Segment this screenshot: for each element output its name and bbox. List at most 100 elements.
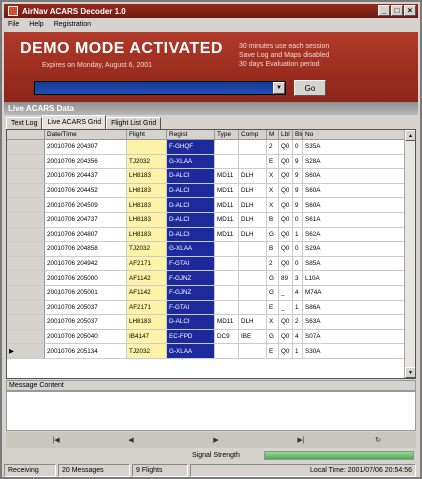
menu-registration[interactable]: Registration [54, 21, 91, 28]
cell-blc: 0 [293, 212, 303, 228]
cell-flight: AF2171 [127, 256, 167, 272]
column-header-flight[interactable]: Flight [127, 130, 167, 140]
last-record-button[interactable]: ▶| [291, 434, 311, 446]
row-selector[interactable] [7, 169, 45, 184]
column-header-m[interactable]: M [267, 130, 279, 140]
tab-flight-list-grid[interactable]: Flight List Grid [106, 117, 162, 129]
window-controls: _ □ × [378, 5, 416, 16]
table-row[interactable]: 20010706 204942 AF2171 F-GTAI 2 Q0 0 S85A [7, 256, 405, 272]
cell-type [215, 140, 239, 155]
table-row[interactable]: ▶ 20010706 205134 TJ2032 G-XLAA E Q0 1 S30A [7, 344, 405, 359]
close-button[interactable]: × [404, 5, 416, 16]
grid-scrollbar[interactable]: ▲ ▼ [404, 130, 415, 378]
row-selector[interactable] [7, 198, 45, 213]
cell-blc: 1 [293, 300, 303, 316]
table-row[interactable]: 20010706 204858 TJ2032 G-XLAA B Q0 0 S29A [7, 242, 405, 257]
cell-datetime: 20010706 204356 [45, 154, 127, 170]
cell-lbl: 89 [279, 271, 293, 286]
go-button[interactable]: Go [294, 80, 326, 96]
table-row[interactable]: 20010706 204737 LH8183 D-ALCI MD11 DLH B Q0 0 S6… [7, 212, 405, 228]
column-header-comp[interactable]: Comp [239, 130, 267, 140]
cell-comp: DLH [239, 227, 267, 243]
row-selector[interactable] [7, 242, 45, 257]
cell-datetime: 20010706 204807 [45, 227, 127, 243]
cell-blc: 0 [293, 256, 303, 272]
tab-strip: Text Log Live ACARS Grid Flight List Gri… [6, 115, 162, 129]
table-row[interactable]: 20010706 204437 LH8183 D-ALCI MD11 DLH X Q0 9 S6… [7, 169, 405, 184]
cell-flight: LH8183 [127, 198, 167, 213]
first-record-button[interactable]: |◀ [46, 434, 66, 446]
row-selector[interactable] [7, 227, 45, 243]
previous-record-button[interactable]: ◀ [121, 434, 141, 446]
column-header-no[interactable]: No [303, 130, 405, 140]
table-row[interactable]: 20010706 205000 AF1142 F-GJNZ G 89 3 L10A [7, 271, 405, 286]
row-selector[interactable] [7, 285, 45, 301]
status-bar: Receiving 20 Messages 9 Flights Local Ti… [4, 464, 418, 477]
table-row[interactable]: 20010706 204807 LH8183 D-ALCI MD11 DLH G Q0 1 S6… [7, 227, 405, 243]
source-select[interactable]: ▼ [34, 81, 286, 95]
cell-regist: G-XLAA [167, 344, 215, 359]
cell-no: S07A [303, 329, 405, 345]
cell-comp: DLH [239, 315, 267, 330]
table-row[interactable]: 20010706 204356 TJ2032 G-XLAA E Q0 9 S28A [7, 154, 405, 170]
table-row[interactable]: 20010706 205037 AF2171 F-GTAI E _ 1 S86A [7, 300, 405, 316]
title-bar[interactable]: AirNav ACARS Decoder 1.0 _ □ × [4, 4, 418, 18]
row-selector[interactable] [7, 183, 45, 199]
menu-file[interactable]: File [8, 21, 19, 28]
tab-text-log[interactable]: Text Log [6, 117, 43, 129]
row-selector[interactable] [7, 315, 45, 330]
row-selector[interactable] [7, 212, 45, 228]
chevron-down-icon[interactable]: ▼ [273, 82, 285, 94]
cell-flight: TJ2032 [127, 344, 167, 359]
cell-regist: F-GTAI [167, 256, 215, 272]
cell-type [215, 344, 239, 359]
cell-regist: D-ALCI [167, 315, 215, 330]
table-row[interactable]: 20010706 205040 IB4147 EC-FPD DC9 IBE G Q0 4 S07… [7, 329, 405, 345]
cell-comp [239, 344, 267, 359]
maximize-button[interactable]: □ [391, 5, 403, 16]
table-row[interactable]: 20010706 205001 AF1142 F-GJNZ G _ 4 M74A [7, 285, 405, 301]
cell-type [215, 242, 239, 257]
demo-note-line: 30 days Evaluation period [239, 61, 320, 68]
refresh-button[interactable]: ↻ [368, 434, 388, 446]
acars-grid[interactable]: Date/Time Flight Regist Type Comp M Lbl … [6, 129, 416, 379]
cell-blc: 4 [293, 285, 303, 301]
row-selector[interactable] [7, 154, 45, 170]
row-selector[interactable] [7, 256, 45, 272]
column-header-selector [7, 130, 45, 140]
cell-flight: TJ2032 [127, 154, 167, 170]
row-selector[interactable]: ▶ [7, 344, 45, 359]
column-header-type[interactable]: Type [215, 130, 239, 140]
cell-regist: D-ALCI [167, 227, 215, 243]
cell-datetime: 20010706 204509 [45, 198, 127, 213]
row-selector[interactable] [7, 140, 45, 155]
next-record-button[interactable]: ▶ [206, 434, 226, 446]
row-selector[interactable] [7, 271, 45, 286]
cell-flight: AF1142 [127, 271, 167, 286]
cell-comp: DLH [239, 198, 267, 213]
cell-type: MD11 [215, 183, 239, 199]
column-header-datetime[interactable]: Date/Time [45, 130, 127, 140]
demo-note-line: 30 minutes use each session [239, 43, 330, 50]
signal-strength-label: Signal Strength [192, 452, 240, 459]
column-header-regist[interactable]: Regist [167, 130, 215, 140]
table-row[interactable]: 20010706 205037 LH8183 D-ALCI MD11 DLH X Q0 2 S6… [7, 315, 405, 330]
cell-lbl: Q0 [279, 198, 293, 213]
table-row[interactable]: 20010706 204307 F-GHQF 2 Q0 0 S35A [7, 140, 405, 155]
cell-flight: IB4147 [127, 329, 167, 345]
scroll-down-icon[interactable]: ▼ [405, 367, 415, 378]
table-row[interactable]: 20010706 204509 LH8183 D-ALCI MD11 DLH X Q0 9 S6… [7, 198, 405, 213]
column-header-blc[interactable]: Blc [293, 130, 303, 140]
cell-datetime: 20010706 205000 [45, 271, 127, 286]
scroll-up-icon[interactable]: ▲ [405, 130, 415, 141]
message-content-area[interactable] [6, 391, 416, 431]
column-header-lbl[interactable]: Lbl [279, 130, 293, 140]
minimize-button[interactable]: _ [378, 5, 390, 16]
row-selector[interactable] [7, 329, 45, 345]
table-row[interactable]: 20010706 204452 LH8183 D-ALCI MD11 DLH X Q0 9 S6… [7, 183, 405, 199]
tab-live-acars-grid[interactable]: Live ACARS Grid [42, 115, 107, 129]
menu-help[interactable]: Help [29, 21, 43, 28]
signal-strength-meter [264, 451, 414, 460]
cell-datetime: 20010706 205037 [45, 315, 127, 330]
row-selector[interactable] [7, 300, 45, 316]
